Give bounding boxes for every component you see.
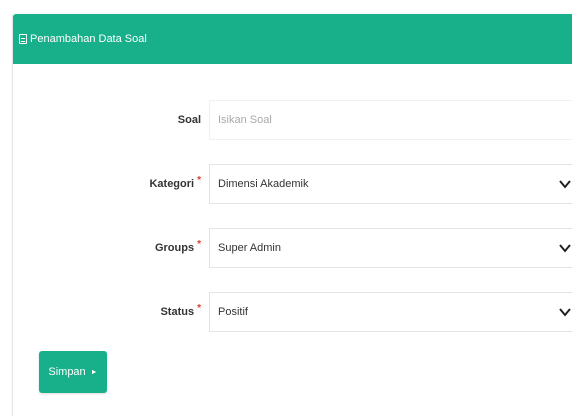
required-mark: * [197, 174, 201, 186]
status-row: Status * Positif [13, 292, 572, 332]
panel-title: Penambahan Data Soal [30, 33, 147, 45]
save-button[interactable]: Simpan ► [39, 351, 107, 393]
status-select[interactable]: Positif [209, 292, 572, 332]
form-panel: Penambahan Data Soal Soal Kategori * Dim… [12, 14, 572, 416]
chevron-down-icon [559, 180, 571, 189]
kategori-select[interactable]: Dimensi Akademik [209, 164, 572, 204]
soal-input[interactable] [218, 114, 572, 126]
panel-header: Penambahan Data Soal [13, 14, 572, 64]
document-icon [19, 34, 27, 44]
required-mark: * [197, 302, 201, 314]
status-value: Positif [218, 306, 248, 318]
soal-label: Soal [177, 114, 201, 126]
groups-row: Groups * Super Admin [13, 228, 572, 268]
status-label: Status * [160, 302, 201, 319]
groups-value: Super Admin [218, 242, 281, 254]
kategori-value: Dimensi Akademik [218, 178, 309, 190]
soal-field-wrap [209, 100, 572, 140]
groups-label: Groups * [154, 238, 201, 255]
soal-row: Soal [13, 100, 572, 140]
caret-right-icon: ► [90, 368, 98, 376]
chevron-down-icon [559, 308, 571, 317]
chevron-down-icon [559, 244, 571, 253]
required-mark: * [197, 238, 201, 250]
save-button-label: Simpan [48, 366, 86, 378]
kategori-row: Kategori * Dimensi Akademik [13, 164, 572, 204]
kategori-label: Kategori * [149, 174, 201, 191]
groups-select[interactable]: Super Admin [209, 228, 572, 268]
